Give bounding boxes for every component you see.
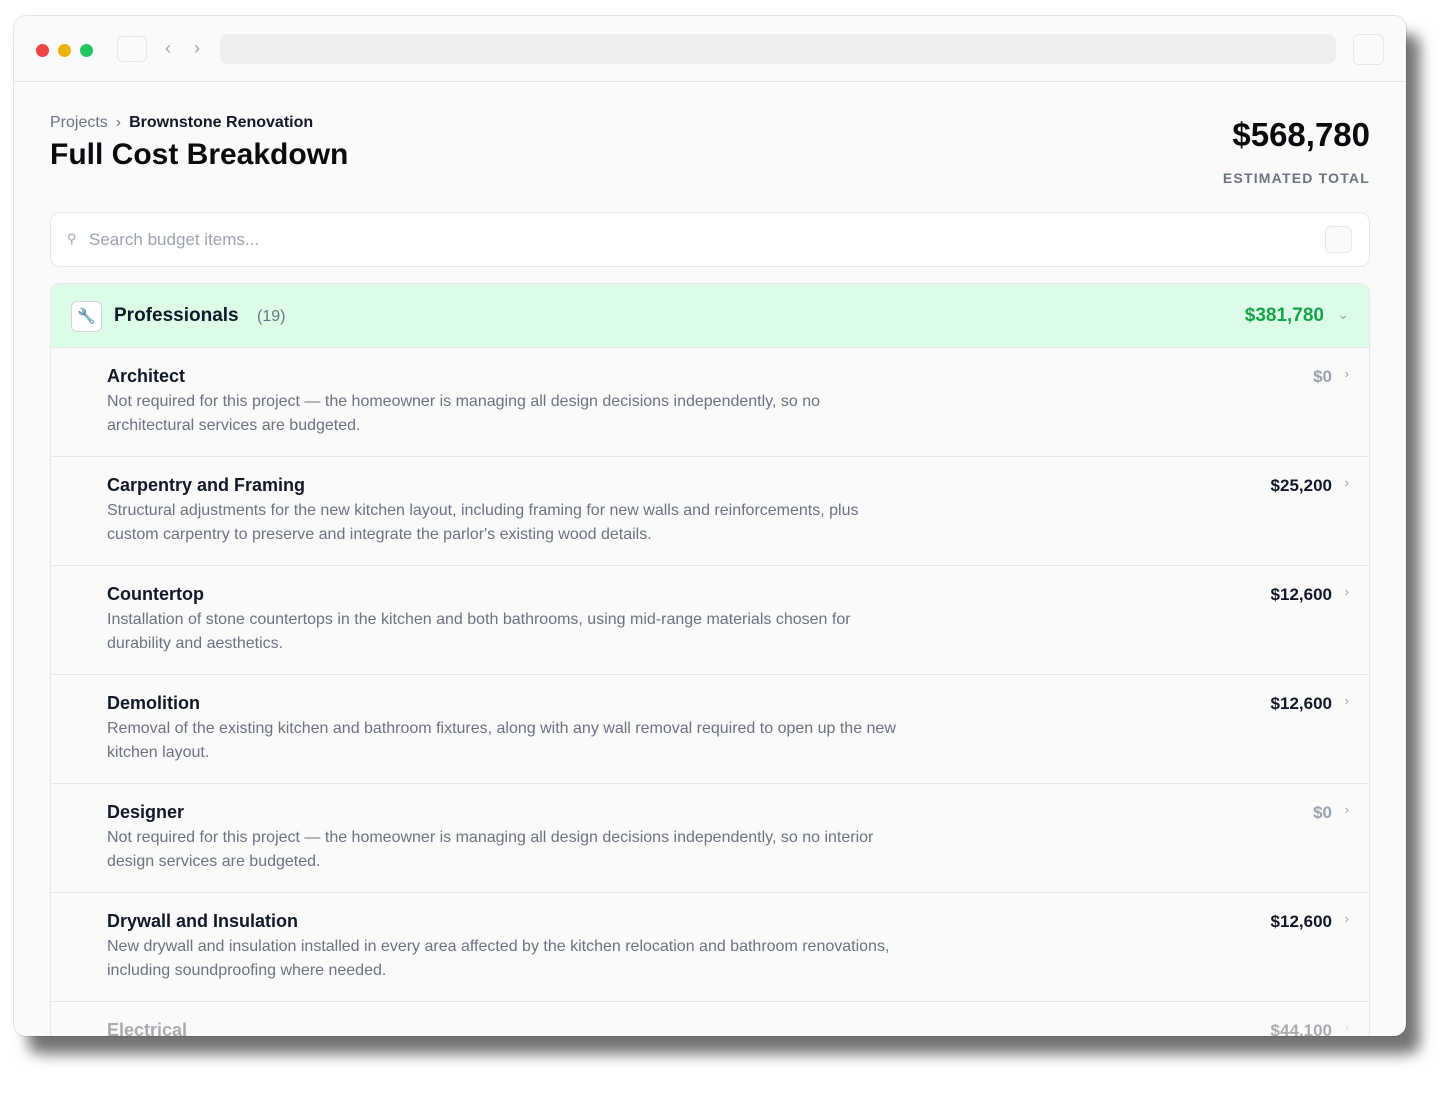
- item-description: Structural adjustments for the new kitch…: [107, 502, 859, 543]
- item-name: Designer: [107, 802, 185, 822]
- back-arrow-icon[interactable]: ‹: [165, 38, 171, 58]
- category-name: Professionals: [114, 305, 239, 326]
- breadcrumb-separator-icon: ›: [115, 114, 122, 131]
- item-cost: $0: [1313, 367, 1332, 386]
- breadcrumb-current: Brownstone Renovation: [129, 114, 314, 131]
- list-item[interactable]: Electrical $44,100 ›: [51, 1002, 1369, 1036]
- item-description: New drywall and insulation installed in …: [107, 938, 890, 979]
- chevron-right-icon: ›: [1344, 1020, 1349, 1035]
- toolbar-button[interactable]: [1353, 34, 1384, 65]
- estimated-total-amount: $568,780: [1232, 116, 1370, 153]
- chevron-right-icon: ›: [1344, 911, 1349, 926]
- list-item[interactable]: Designer Not required for this project —…: [51, 784, 1369, 893]
- item-cost: $12,600: [1270, 585, 1332, 604]
- item-cost: $12,600: [1270, 694, 1332, 713]
- item-cost: $0: [1313, 803, 1332, 822]
- item-name: Architect: [107, 366, 186, 386]
- forward-arrow-icon[interactable]: ›: [194, 38, 200, 58]
- item-description: Installation of stone countertops in the…: [107, 611, 851, 652]
- maximize-window-button[interactable]: [80, 44, 93, 57]
- breadcrumb-parent-link[interactable]: Projects: [50, 114, 108, 131]
- browser-window: ‹ › Projects › Brownstone Renovation Full …: [14, 16, 1406, 1036]
- chevron-right-icon: ›: [1344, 693, 1349, 708]
- item-name: Drywall and Insulation: [107, 911, 299, 931]
- category-total: $381,780: [1244, 305, 1324, 326]
- sidebar-toggle-button[interactable]: [117, 36, 147, 62]
- item-cost: $25,200: [1270, 476, 1332, 495]
- category-section: 🔧 Professionals (19) $381,780 ⌄ Architec…: [50, 283, 1370, 1036]
- item-name: Carpentry and Framing: [107, 475, 306, 495]
- category-header[interactable]: 🔧 Professionals (19) $381,780 ⌄: [51, 284, 1369, 348]
- chevron-right-icon: ›: [1344, 366, 1349, 381]
- page-title: Full Cost Breakdown: [50, 138, 349, 171]
- list-item[interactable]: Drywall and Insulation New drywall and i…: [51, 893, 1369, 1002]
- breadcrumb: Projects › Brownstone Renovation: [50, 114, 313, 132]
- close-window-button[interactable]: [36, 44, 49, 57]
- item-cost: $44,100: [1270, 1021, 1332, 1036]
- minimize-window-button[interactable]: [58, 44, 71, 57]
- list-item[interactable]: Demolition Removal of the existing kitch…: [51, 675, 1369, 784]
- list-item[interactable]: Countertop Installation of stone counter…: [51, 566, 1369, 675]
- item-description: Not required for this project — the home…: [107, 393, 820, 434]
- item-description: Removal of the existing kitchen and bath…: [107, 720, 896, 761]
- search-icon: ⚲: [67, 231, 77, 246]
- item-name: Electrical: [107, 1020, 188, 1036]
- chevron-right-icon: ›: [1344, 802, 1349, 817]
- category-count: (19): [257, 308, 286, 325]
- address-bar[interactable]: [220, 34, 1336, 64]
- estimated-total-label: ESTIMATED TOTAL: [1222, 170, 1370, 186]
- chevron-right-icon: ›: [1344, 584, 1349, 599]
- item-name: Countertop: [107, 584, 204, 604]
- chevron-down-icon[interactable]: ⌄: [1337, 306, 1349, 323]
- list-item[interactable]: Architect Not required for this project …: [51, 348, 1369, 457]
- chevron-right-icon: ›: [1344, 475, 1349, 490]
- item-name: Demolition: [107, 693, 200, 713]
- wrench-icon: 🔧: [71, 301, 102, 332]
- item-description: Not required for this project — the home…: [107, 829, 874, 870]
- search-input[interactable]: [89, 225, 1289, 255]
- list-item[interactable]: Carpentry and Framing Structural adjustm…: [51, 457, 1369, 566]
- filter-button[interactable]: [1325, 226, 1352, 253]
- search-box: ⚲: [50, 212, 1370, 267]
- item-cost: $12,600: [1270, 912, 1332, 931]
- title-bar: ‹ ›: [14, 16, 1406, 82]
